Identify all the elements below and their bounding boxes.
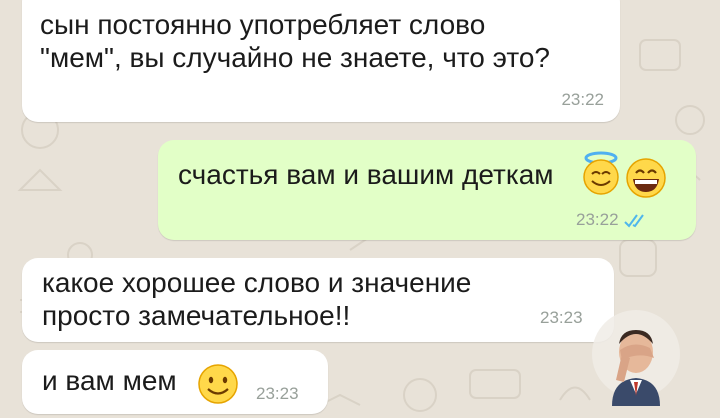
grinning-face-icon	[626, 158, 666, 198]
message-text: счастья вам и вашим деткам	[178, 159, 554, 190]
double-check-read-icon	[624, 214, 644, 228]
message-bubble-incoming[interactable]: и вам мем 23:23	[22, 350, 328, 414]
message-bubble-incoming[interactable]: сын постоянно употребляет слово "мем", в…	[22, 0, 620, 122]
message-text: какое хорошее слово и значение просто за…	[42, 267, 472, 331]
message-time: 23:22	[576, 210, 619, 229]
message-text: сын постоянно употребляет слово "мем", в…	[40, 9, 550, 73]
message-time: 23:23	[256, 384, 299, 403]
message-time: 23:23	[540, 308, 583, 327]
facepalm-sticker-icon	[592, 310, 680, 406]
message-time: 23:22	[561, 90, 604, 109]
message-bubble-incoming[interactable]: какое хорошее слово и значение просто за…	[22, 258, 614, 342]
smiling-face-icon	[198, 364, 238, 404]
message-bubble-outgoing[interactable]: счастья вам и вашим деткам 23:22	[158, 140, 696, 240]
smiling-face-with-halo-icon	[583, 151, 619, 195]
message-text: и вам мем	[42, 365, 177, 396]
